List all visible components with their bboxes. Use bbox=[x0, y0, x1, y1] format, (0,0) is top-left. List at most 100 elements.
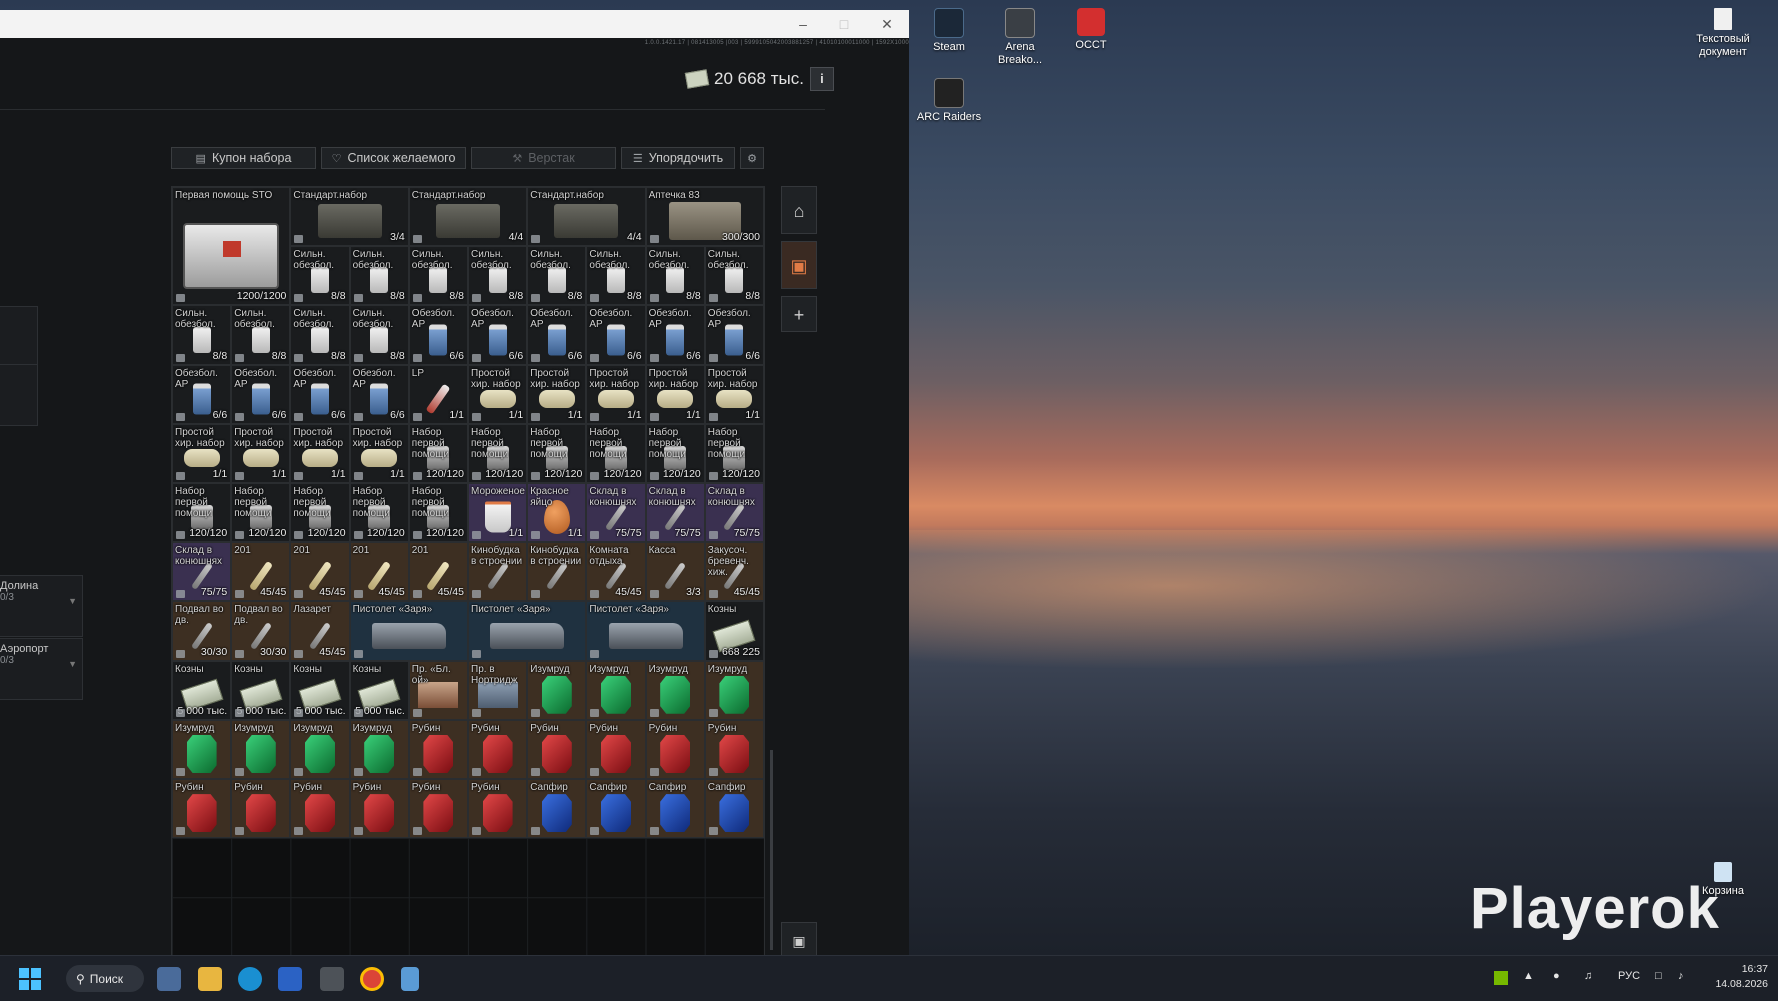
inventory-item[interactable]: 201 45/45 bbox=[349, 542, 409, 602]
volume-icon[interactable]: ♪ bbox=[1678, 970, 1684, 982]
inventory-item[interactable]: Изумруд bbox=[290, 719, 350, 779]
inventory-item[interactable]: Кинобудка в строении bbox=[527, 542, 587, 602]
inventory-item[interactable]: Склад в конюшнях 75/75 bbox=[645, 483, 705, 543]
left-panel-dolina[interactable]: Долина 0/3 ▼ bbox=[0, 575, 83, 637]
inventory-item[interactable]: Рубин bbox=[527, 719, 587, 779]
maximize-icon[interactable]: □ bbox=[829, 14, 859, 34]
inventory-item[interactable]: Склад в конюшнях 75/75 bbox=[704, 483, 764, 543]
inventory-item[interactable]: Сильн. обезбол. 8/8 bbox=[172, 305, 232, 365]
inventory-item[interactable]: Козны 668 225 bbox=[704, 601, 764, 661]
inventory-item[interactable]: Подвал во дв. 30/30 bbox=[172, 601, 232, 661]
inventory-item[interactable]: Набор первой помощи 120/120 bbox=[231, 483, 291, 543]
inventory-item[interactable]: 201 45/45 bbox=[290, 542, 350, 602]
inventory-item[interactable]: Сильн. обезбол. 8/8 bbox=[290, 246, 350, 306]
close-icon[interactable]: ✕ bbox=[872, 14, 902, 34]
inventory-item[interactable]: Пистолет «Заря» bbox=[468, 601, 587, 661]
inventory-item[interactable]: Первая помощь STO 1200/1200 bbox=[172, 187, 291, 306]
inventory-item[interactable]: Набор первой помощи 120/120 bbox=[408, 483, 468, 543]
inventory-item[interactable]: Рубин bbox=[468, 719, 528, 779]
inventory-item[interactable]: Стандарт.набор 3/4 bbox=[290, 187, 409, 247]
inventory-item[interactable]: Сапфир bbox=[645, 779, 705, 839]
wishlist-button[interactable]: ♡ Список желаемого bbox=[321, 147, 466, 169]
inventory-item[interactable]: Обезбол. АР 6/6 bbox=[586, 305, 646, 365]
inventory-item[interactable]: Рубин bbox=[468, 779, 528, 839]
safe-button[interactable]: ▣ bbox=[781, 922, 817, 958]
edge-icon[interactable] bbox=[238, 967, 262, 991]
inventory-item[interactable]: Сильн. обезбол. 8/8 bbox=[527, 246, 587, 306]
inventory-item[interactable]: Рубин bbox=[172, 779, 232, 839]
inventory-item[interactable]: Пр. в Нортридж bbox=[468, 660, 528, 720]
desktop-icon-arc-raiders[interactable]: ARC Raiders bbox=[914, 78, 984, 124]
inventory-item[interactable]: Рубин bbox=[408, 779, 468, 839]
inventory-item[interactable]: Изумруд bbox=[527, 660, 587, 720]
inventory-item[interactable]: Сильн. обезбол. 8/8 bbox=[231, 305, 291, 365]
inventory-item[interactable]: Мороженое 1/1 bbox=[468, 483, 528, 543]
inventory-item[interactable]: Сильн. обезбол. 8/8 bbox=[290, 305, 350, 365]
inventory-item[interactable]: Обезбол. АР 6/6 bbox=[408, 305, 468, 365]
kit-coupon-button[interactable]: ▤ Купон набора bbox=[171, 147, 316, 169]
inventory-item[interactable]: Пистолет «Заря» bbox=[586, 601, 705, 661]
inventory-item[interactable]: Касса 3/3 bbox=[645, 542, 705, 602]
inventory-item[interactable]: Простой хир. набор 1/1 bbox=[231, 423, 291, 483]
inventory-item[interactable]: Набор первой помощи 120/120 bbox=[290, 483, 350, 543]
inventory-item[interactable]: Лазарет 45/45 bbox=[290, 601, 350, 661]
inventory-item[interactable]: Сапфир bbox=[586, 779, 646, 839]
settings-button[interactable]: ⚙ bbox=[740, 147, 764, 169]
minimize-icon[interactable]: – bbox=[788, 14, 818, 34]
info-button[interactable]: i bbox=[809, 67, 834, 91]
game-tray-icon[interactable]: ▲ bbox=[1523, 970, 1534, 982]
inventory-item[interactable]: Обезбол. АР 6/6 bbox=[290, 364, 350, 424]
inventory-item[interactable]: Сильн. обезбол. 8/8 bbox=[645, 246, 705, 306]
inventory-item[interactable]: Сильн. обезбол. 8/8 bbox=[468, 246, 528, 306]
inventory-item[interactable]: Изумруд bbox=[172, 719, 232, 779]
inventory-item[interactable]: Сапфир bbox=[704, 779, 764, 839]
inventory-item[interactable]: Стандарт.набор 4/4 bbox=[408, 187, 528, 247]
inventory-item[interactable]: Рубин bbox=[408, 719, 468, 779]
inventory-item[interactable]: Изумруд bbox=[231, 719, 291, 779]
system-clock[interactable]: 16:37 14.08.2026 bbox=[1715, 962, 1768, 992]
inventory-item[interactable]: Сильн. обезбол. 8/8 bbox=[349, 246, 409, 306]
inventory-item[interactable]: Обезбол. АР 6/6 bbox=[349, 364, 409, 424]
inventory-item[interactable]: Рубин bbox=[704, 719, 764, 779]
inventory-item[interactable]: Набор первой помощи 120/120 bbox=[172, 483, 232, 543]
network-icon[interactable]: □ bbox=[1655, 970, 1662, 982]
taskbar-search[interactable]: ⚲ Поиск bbox=[66, 965, 144, 992]
desktop-icon-text-document[interactable]: Текстовый документ bbox=[1688, 8, 1758, 59]
inventory-item[interactable]: Набор первой помощи 120/120 bbox=[527, 423, 587, 483]
inventory-item[interactable]: Простой хир. набор 1/1 bbox=[527, 364, 587, 424]
inventory-item[interactable]: Изумруд bbox=[645, 660, 705, 720]
inventory-item[interactable]: LP 1/1 bbox=[408, 364, 468, 424]
inventory-item[interactable]: Обезбол. АР 6/6 bbox=[704, 305, 764, 365]
home-button[interactable]: ⌂ bbox=[781, 186, 817, 234]
desktop-icon-steam[interactable]: Steam bbox=[914, 8, 984, 54]
inventory-item[interactable]: Набор первой помощи 120/120 bbox=[704, 423, 764, 483]
arena-breakout-taskbar-icon[interactable] bbox=[320, 967, 344, 991]
left-panel-slot[interactable] bbox=[0, 364, 38, 426]
inventory-item[interactable]: Пр. «Бл. ой» bbox=[408, 660, 468, 720]
inventory-item[interactable]: Простой хир. набор 1/1 bbox=[172, 423, 232, 483]
inventory-item[interactable]: Обезбол. АР 6/6 bbox=[645, 305, 705, 365]
store-icon[interactable] bbox=[278, 967, 302, 991]
inventory-item[interactable]: 201 45/45 bbox=[408, 542, 468, 602]
inventory-item[interactable]: Простой хир. набор 1/1 bbox=[468, 364, 528, 424]
inventory-item[interactable]: Набор первой помощи 120/120 bbox=[645, 423, 705, 483]
inventory-item[interactable]: Обезбол. АР 6/6 bbox=[468, 305, 528, 365]
inventory-item[interactable]: Рубин bbox=[586, 719, 646, 779]
inventory-item[interactable]: Рубин bbox=[290, 779, 350, 839]
left-panel-slot[interactable] bbox=[0, 306, 38, 366]
inventory-item[interactable]: Изумруд bbox=[349, 719, 409, 779]
desktop-icon-arena-breakout[interactable]: Arena Breako... bbox=[985, 8, 1055, 67]
inventory-item[interactable]: Простой хир. набор 1/1 bbox=[349, 423, 409, 483]
inventory-item[interactable]: Закусоч. бревенч. хиж. 45/45 bbox=[704, 542, 764, 602]
inventory-item[interactable]: Козны 5 000 тыс. bbox=[231, 660, 291, 720]
steam-tray-icon[interactable]: ● bbox=[1553, 970, 1560, 982]
inventory-scrollbar[interactable] bbox=[770, 750, 773, 950]
sort-button[interactable]: ☰ Упорядочить bbox=[621, 147, 735, 169]
microphone-icon[interactable]: ♫ bbox=[1584, 970, 1592, 982]
inventory-item[interactable]: Козны 5 000 тыс. bbox=[349, 660, 409, 720]
inventory-item[interactable]: Козны 5 000 тыс. bbox=[290, 660, 350, 720]
inventory-item[interactable]: Склад в конюшнях 75/75 bbox=[172, 542, 232, 602]
inventory-item[interactable]: Сильн. обезбол. 8/8 bbox=[349, 305, 409, 365]
add-button[interactable]: + bbox=[781, 296, 817, 332]
inventory-item[interactable]: Набор первой помощи 120/120 bbox=[468, 423, 528, 483]
